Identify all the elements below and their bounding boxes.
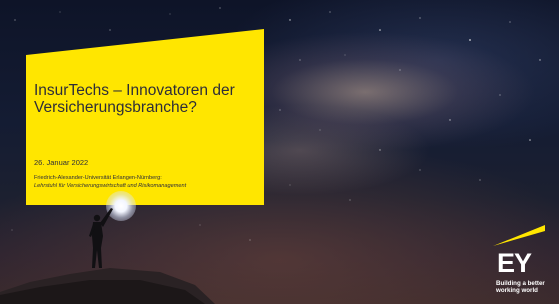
ey-tagline-line1: Building a better <box>496 280 545 287</box>
ey-logo: EY Building a better working world <box>493 225 553 300</box>
ey-wordmark: EY <box>497 248 532 278</box>
ey-tagline: Building a better working world <box>496 280 556 294</box>
ey-tagline-line2: working world <box>496 287 538 294</box>
ey-beam-icon <box>493 225 545 246</box>
person-silhouette <box>89 208 113 268</box>
title-slide: InsurTechs – Innovatoren der Versicherun… <box>0 0 559 304</box>
